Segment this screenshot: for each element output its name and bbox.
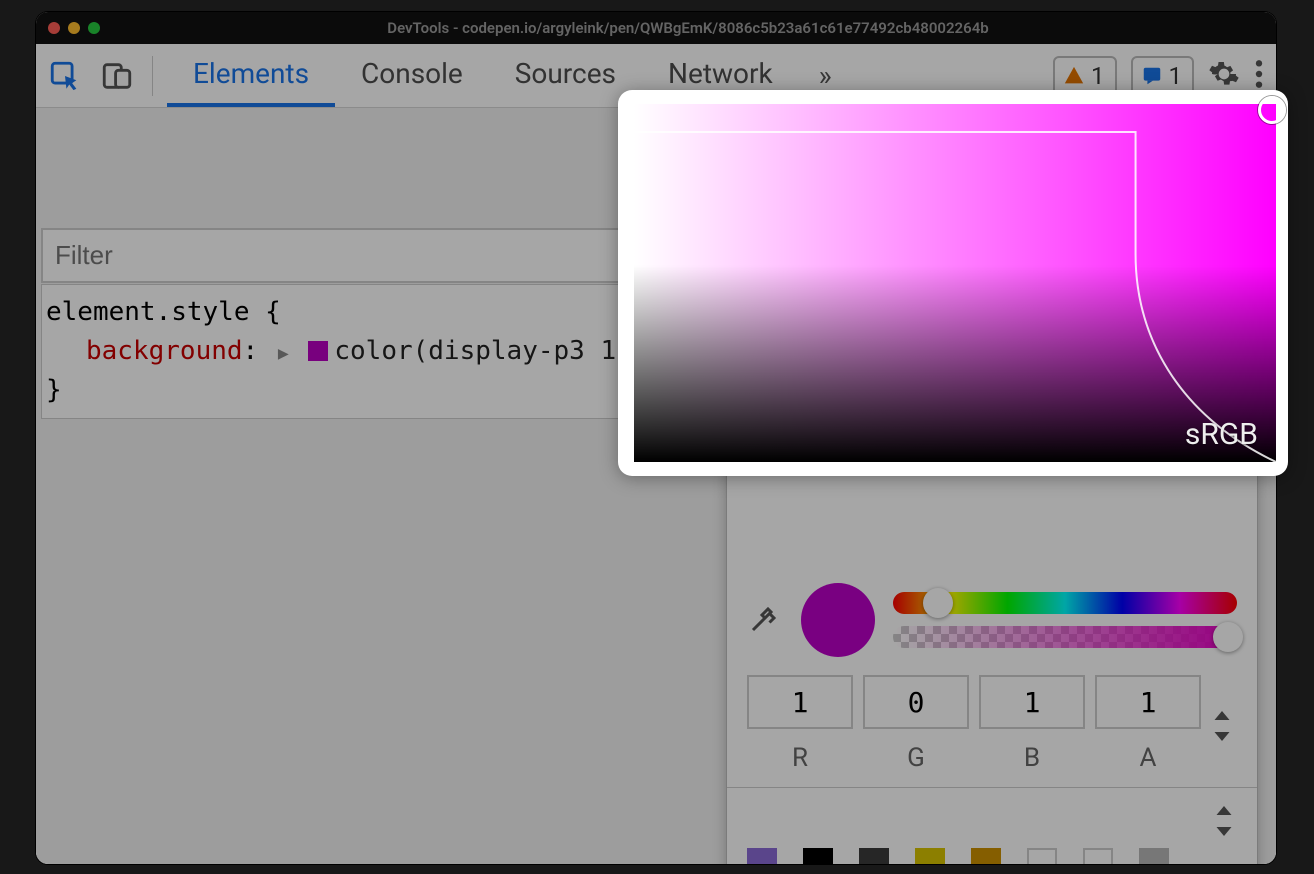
palette-swatch[interactable] bbox=[1083, 848, 1113, 864]
channel-r-label: R bbox=[747, 743, 853, 773]
channel-a-label: A bbox=[1095, 743, 1201, 773]
channel-b-input[interactable] bbox=[979, 675, 1085, 729]
tab-console[interactable]: Console bbox=[335, 44, 489, 107]
channel-g-label: G bbox=[863, 743, 969, 773]
hue-thumb[interactable] bbox=[923, 588, 953, 618]
format-switch-icon[interactable] bbox=[1211, 707, 1237, 741]
close-window-button[interactable] bbox=[48, 22, 60, 34]
channel-g-input[interactable] bbox=[863, 675, 969, 729]
alpha-slider[interactable] bbox=[893, 626, 1237, 648]
css-property[interactable]: background bbox=[86, 336, 243, 366]
device-toolbar-icon[interactable] bbox=[100, 59, 134, 93]
palette-swatch[interactable] bbox=[971, 848, 1001, 864]
palette-swatch[interactable] bbox=[1027, 848, 1057, 864]
alpha-thumb[interactable] bbox=[1213, 622, 1243, 652]
more-tabs-icon[interactable]: » bbox=[799, 59, 856, 92]
css-value[interactable]: color(display-p3 1 0 bbox=[334, 336, 647, 366]
palette-swatch[interactable] bbox=[915, 848, 945, 864]
rule-selector: element.style bbox=[46, 297, 250, 327]
current-color-swatch bbox=[801, 583, 875, 657]
warnings-count: 1 bbox=[1091, 62, 1105, 90]
titlebar: DevTools - codepen.io/argyleink/pen/QWBg… bbox=[36, 12, 1276, 44]
channel-b-label: B bbox=[979, 743, 1085, 773]
color-palette bbox=[727, 788, 1257, 864]
hue-slider[interactable] bbox=[893, 592, 1237, 614]
color-swatch[interactable] bbox=[308, 341, 328, 361]
gamut-label: sRGB bbox=[1185, 417, 1258, 452]
color-spectrum[interactable]: sRGB bbox=[634, 104, 1276, 462]
window-title: DevTools - codepen.io/argyleink/pen/QWBg… bbox=[112, 19, 1264, 37]
palette-switch-icon[interactable] bbox=[1213, 806, 1235, 836]
color-values: R G B A bbox=[727, 667, 1257, 787]
expand-value-icon[interactable]: ▶ bbox=[278, 343, 289, 364]
issues-count: 1 bbox=[1169, 62, 1183, 90]
more-options-icon[interactable] bbox=[1254, 58, 1264, 94]
inspect-element-icon[interactable] bbox=[48, 59, 82, 93]
minimize-window-button[interactable] bbox=[68, 22, 80, 34]
palette-swatch[interactable] bbox=[1139, 848, 1169, 864]
eyedropper-icon[interactable] bbox=[747, 600, 783, 640]
palette-swatch[interactable] bbox=[747, 848, 777, 864]
channel-a-input[interactable] bbox=[1095, 675, 1201, 729]
palette-swatch[interactable] bbox=[859, 848, 889, 864]
srgb-gamut-boundary bbox=[634, 104, 1276, 462]
tab-elements[interactable]: Elements bbox=[167, 44, 335, 107]
zoom-window-button[interactable] bbox=[88, 22, 100, 34]
channel-r-input[interactable] bbox=[747, 675, 853, 729]
palette-swatch[interactable] bbox=[803, 848, 833, 864]
settings-icon[interactable] bbox=[1208, 58, 1240, 94]
color-spectrum-overlay: sRGB bbox=[618, 90, 1288, 476]
color-cursor[interactable] bbox=[1258, 96, 1286, 124]
traffic-lights bbox=[48, 22, 100, 34]
